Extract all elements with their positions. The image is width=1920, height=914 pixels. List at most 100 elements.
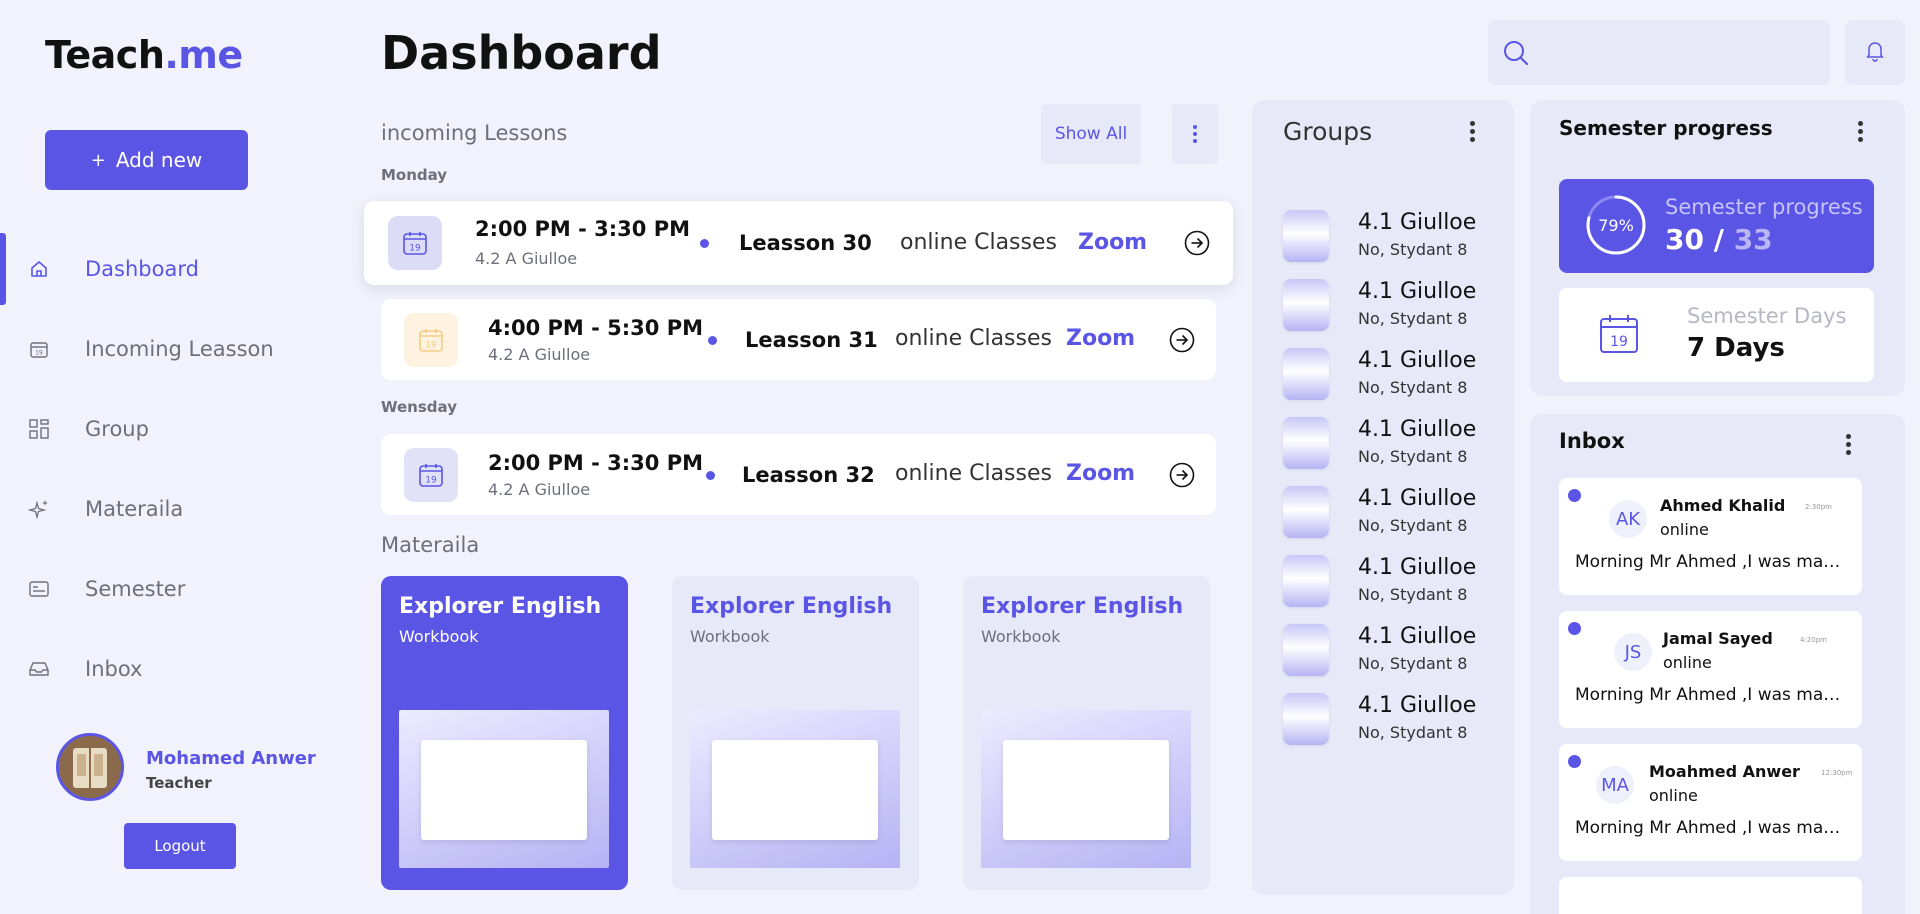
- sidebar-item-incoming-leasson[interactable]: 19 Incoming Leasson: [0, 313, 360, 385]
- home-icon: [28, 258, 50, 280]
- search-input[interactable]: [1488, 20, 1830, 85]
- inbox-message[interactable]: MA Moahmed Anwer online 12:30pm Morning …: [1559, 744, 1862, 861]
- message-preview: Morning Mr Ahmed ,I was made to talk abo…: [1575, 685, 1850, 705]
- group-name: 4.1 Giulloe: [1358, 417, 1477, 442]
- grid-icon: [28, 418, 50, 440]
- sidebar-item-group[interactable]: Group: [0, 393, 360, 465]
- user-name: Mohamed Anwer: [146, 748, 316, 769]
- lessons-more-button[interactable]: [1172, 104, 1218, 164]
- notifications-button[interactable]: [1845, 20, 1905, 85]
- svg-text:19: 19: [35, 350, 43, 357]
- material-title: Explorer English: [981, 594, 1184, 619]
- group-name: 4.1 Giulloe: [1358, 555, 1477, 580]
- group-student-count: No, Stydant 8: [1358, 585, 1468, 604]
- arrow-right-circle-icon[interactable]: [1169, 327, 1195, 353]
- sidebar-item-label: Semester: [85, 577, 186, 601]
- show-all-button[interactable]: Show All: [1041, 104, 1141, 164]
- sender-name: Ahmed Khalid: [1660, 496, 1786, 515]
- groups-more-icon[interactable]: [1470, 121, 1475, 142]
- logo-accent-text: .me: [164, 33, 243, 77]
- group-item[interactable]: 4.1 Giulloe No, Stydant 8: [1283, 620, 1503, 676]
- material-subtitle: Workbook: [399, 627, 479, 646]
- lesson-type: online Classes: [900, 230, 1057, 255]
- plus-icon: +: [90, 149, 106, 171]
- avatar: JS: [1614, 633, 1652, 671]
- lesson-group: 4.2 A Giulloe: [488, 480, 591, 499]
- sidebar-item-dashboard[interactable]: Dashboard: [0, 233, 360, 305]
- material-card[interactable]: Explorer English Workbook: [963, 576, 1210, 890]
- lesson-type: online Classes: [895, 326, 1052, 351]
- sender-status: online: [1663, 653, 1712, 672]
- inbox-message[interactable]: AK Ahmed Khalid online 2:30pm Morning Mr…: [1559, 478, 1862, 595]
- lesson-time: 4:00 PM - 5:30 PM: [488, 316, 704, 340]
- calendar-icon: 19: [388, 216, 442, 270]
- lesson-time: 2:00 PM - 3:30 PM: [488, 451, 704, 475]
- material-card[interactable]: Explorer English Workbook: [672, 576, 919, 890]
- group-thumbnail: [1283, 417, 1329, 469]
- calendar-icon: 19: [404, 313, 458, 367]
- more-icon: [1193, 125, 1197, 143]
- message-time: 2:30pm: [1805, 503, 1832, 511]
- inbox-message[interactable]: JS Jamal Sayed online 4:20pm Morning Mr …: [1559, 611, 1862, 728]
- group-item[interactable]: 4.1 Giulloe No, Stydant 8: [1283, 206, 1503, 262]
- sender-status: online: [1660, 520, 1709, 539]
- zoom-link[interactable]: Zoom: [1066, 461, 1135, 486]
- progress-percent: 79%: [1598, 215, 1634, 235]
- group-name: 4.1 Giulloe: [1358, 210, 1477, 235]
- status-dot: [708, 336, 717, 345]
- lesson-card[interactable]: 19 2:00 PM - 3:30 PM 4.2 A Giulloe Leass…: [364, 201, 1233, 285]
- svg-text:19: 19: [1610, 334, 1628, 350]
- user-role: Teacher: [146, 774, 212, 792]
- lesson-type: online Classes: [895, 461, 1052, 486]
- group-name: 4.1 Giulloe: [1358, 486, 1477, 511]
- group-thumbnail: [1283, 348, 1329, 400]
- material-subtitle: Workbook: [981, 627, 1061, 646]
- progress-total: 33: [1733, 223, 1773, 256]
- inbox-message[interactable]: [1559, 877, 1862, 914]
- sidebar-item-inbox[interactable]: Inbox: [0, 633, 360, 705]
- lesson-name: Leasson 31: [745, 328, 878, 352]
- message-preview: Morning Mr Ahmed ,I was made to talk abo…: [1575, 552, 1850, 572]
- material-title: Explorer English: [399, 594, 602, 619]
- group-item[interactable]: 4.1 Giulloe No, Stydant 8: [1283, 344, 1503, 400]
- group-name: 4.1 Giulloe: [1358, 693, 1477, 718]
- unread-dot: [1568, 755, 1581, 768]
- lesson-group: 4.2 A Giulloe: [475, 249, 578, 268]
- zoom-link[interactable]: Zoom: [1078, 230, 1147, 255]
- sidebar: Teach.me + Add new Dashboard 19 Incoming…: [0, 0, 360, 914]
- add-new-button[interactable]: + Add new: [45, 130, 248, 190]
- status-dot: [706, 471, 715, 480]
- group-name: 4.1 Giulloe: [1358, 279, 1477, 304]
- arrow-right-circle-icon[interactable]: [1169, 462, 1195, 488]
- progress-label: Semester progress: [1665, 195, 1863, 219]
- unread-dot: [1568, 489, 1581, 502]
- lesson-card[interactable]: 19 2:00 PM - 3:30 PM 4.2 A Giulloe Leass…: [381, 434, 1216, 515]
- material-card[interactable]: Explorer English Workbook: [381, 576, 628, 890]
- group-item[interactable]: 4.1 Giulloe No, Stydant 8: [1283, 413, 1503, 469]
- lesson-time: 2:00 PM - 3:30 PM: [475, 217, 691, 241]
- semester-more-icon[interactable]: [1858, 121, 1863, 142]
- group-item[interactable]: 4.1 Giulloe No, Stydant 8: [1283, 551, 1503, 607]
- day-label-monday: Monday: [381, 166, 448, 184]
- arrow-right-circle-icon[interactable]: [1184, 230, 1210, 256]
- semester-days-label: Semester Days: [1687, 304, 1847, 328]
- sidebar-item-materaila[interactable]: Materaila: [0, 473, 360, 545]
- app-logo[interactable]: Teach.me: [45, 33, 243, 77]
- material-preview-image: [981, 710, 1191, 868]
- sidebar-item-semester[interactable]: Semester: [0, 553, 360, 625]
- lesson-card[interactable]: 19 4:00 PM - 5:30 PM 4.2 A Giulloe Leass…: [381, 299, 1216, 380]
- group-thumbnail: [1283, 279, 1329, 331]
- avatar[interactable]: [56, 733, 124, 801]
- logout-button[interactable]: Logout: [124, 823, 236, 869]
- zoom-link[interactable]: Zoom: [1066, 326, 1135, 351]
- group-item[interactable]: 4.1 Giulloe No, Stydant 8: [1283, 689, 1503, 745]
- semester-progress-card: 79% Semester progress 30 / 33: [1559, 179, 1874, 273]
- group-item[interactable]: 4.1 Giulloe No, Stydant 8: [1283, 275, 1503, 331]
- group-name: 4.1 Giulloe: [1358, 348, 1477, 373]
- group-item[interactable]: 4.1 Giulloe No, Stydant 8: [1283, 482, 1503, 538]
- calendar-icon: 19: [28, 338, 50, 360]
- inbox-more-icon[interactable]: [1846, 434, 1851, 455]
- message-preview: Morning Mr Ahmed ,I was made to talk abo…: [1575, 818, 1850, 838]
- group-thumbnail: [1283, 624, 1329, 676]
- status-dot: [700, 239, 709, 248]
